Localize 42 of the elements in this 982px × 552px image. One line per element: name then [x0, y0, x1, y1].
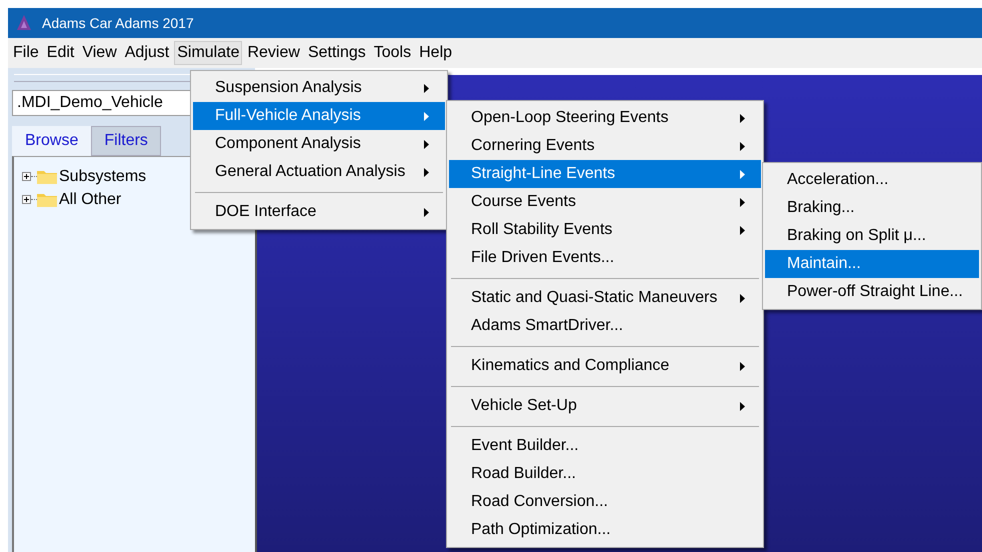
menu-bar-item[interactable]: Simulate [174, 41, 242, 65]
menu-item[interactable]: Course Events [449, 188, 761, 216]
menu-item[interactable]: General Actuation Analysis [193, 158, 445, 186]
menu-bar-item[interactable]: Help [416, 41, 456, 65]
menu-bar-item[interactable]: Edit [44, 41, 78, 65]
menu-bar-item[interactable]: Review [244, 41, 303, 65]
menu-item[interactable]: Road Conversion... [449, 488, 761, 516]
menu-item[interactable]: Component Analysis [193, 130, 445, 158]
expand-icon[interactable] [22, 172, 31, 181]
menu-bar-item[interactable]: Settings [304, 41, 369, 65]
menu-item[interactable]: File Driven Events... [449, 244, 761, 272]
menu-item[interactable]: Static and Quasi-Static Maneuvers [449, 284, 761, 312]
tab[interactable]: Filters [91, 126, 161, 156]
menu-item[interactable]: Roll Stability Events [449, 216, 761, 244]
menu-item[interactable]: Open-Loop Steering Events [449, 104, 761, 132]
menu-item[interactable]: Power-off Straight Line... [765, 278, 979, 306]
menu-item[interactable]: Event Builder... [449, 432, 761, 460]
menu-item[interactable]: Braking on Split μ... [765, 222, 979, 250]
menu-item[interactable]: Maintain... [765, 250, 979, 278]
tab[interactable]: Browse [12, 126, 92, 156]
expand-icon[interactable] [22, 195, 31, 204]
menu-item[interactable]: Road Builder... [449, 460, 761, 488]
folder-icon [37, 169, 57, 184]
tree-item[interactable]: Subsystems [59, 168, 146, 186]
menu-item[interactable]: DOE Interface [193, 198, 445, 226]
menu-bar-item[interactable]: Tools [370, 41, 414, 65]
menu-item[interactable]: Full-Vehicle Analysis [193, 102, 445, 130]
app-logo-icon [14, 13, 34, 33]
menu-item[interactable]: Path Optimization... [449, 516, 761, 544]
menu-item[interactable]: Cornering Events [449, 132, 761, 160]
menu-bar-item[interactable]: View [79, 41, 120, 65]
folder-icon [37, 192, 57, 207]
menu-bar-item[interactable]: Adjust [122, 41, 172, 65]
window-title: Adams Car Adams 2017 [42, 15, 194, 31]
menu-item[interactable]: Acceleration... [765, 166, 979, 194]
tree-item[interactable]: All Other [59, 190, 122, 208]
menu-item[interactable]: Vehicle Set-Up [449, 392, 761, 420]
menu-item[interactable]: Straight-Line Events [449, 160, 761, 188]
menu-item[interactable]: Adams SmartDriver... [449, 312, 761, 340]
menu-item[interactable]: Kinematics and Compliance [449, 352, 761, 380]
menu-bar-item[interactable]: File [10, 41, 42, 65]
menu-item[interactable]: Braking... [765, 194, 979, 222]
